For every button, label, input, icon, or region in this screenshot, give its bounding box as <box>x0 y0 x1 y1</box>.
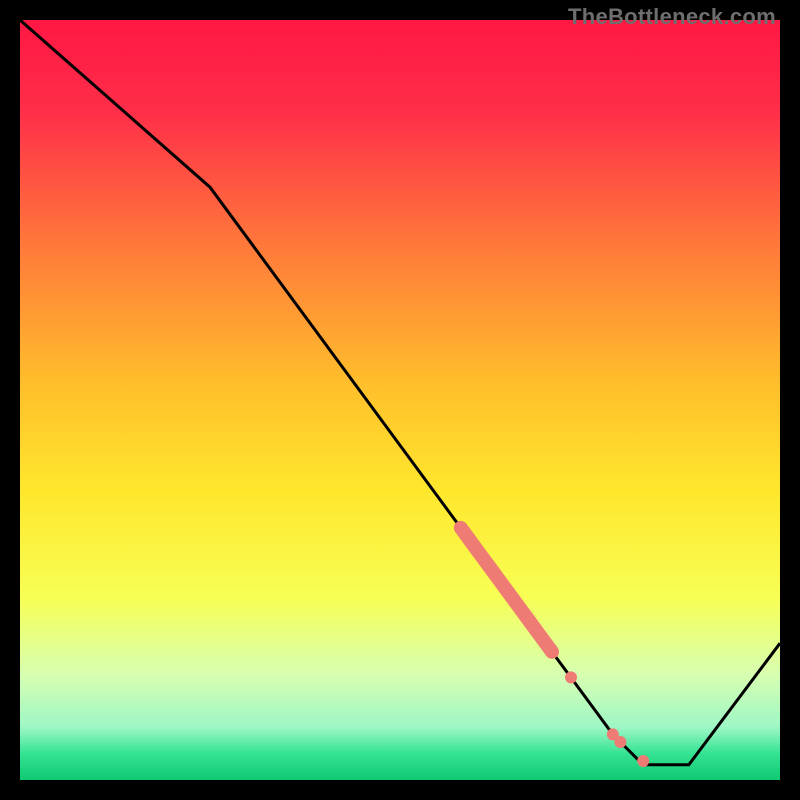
highlight-point <box>637 755 649 767</box>
highlight-point <box>565 671 577 683</box>
bottleneck-chart <box>20 20 780 780</box>
highlight-point <box>614 736 626 748</box>
chart-background <box>20 20 780 780</box>
watermark-text: TheBottleneck.com <box>568 4 776 30</box>
